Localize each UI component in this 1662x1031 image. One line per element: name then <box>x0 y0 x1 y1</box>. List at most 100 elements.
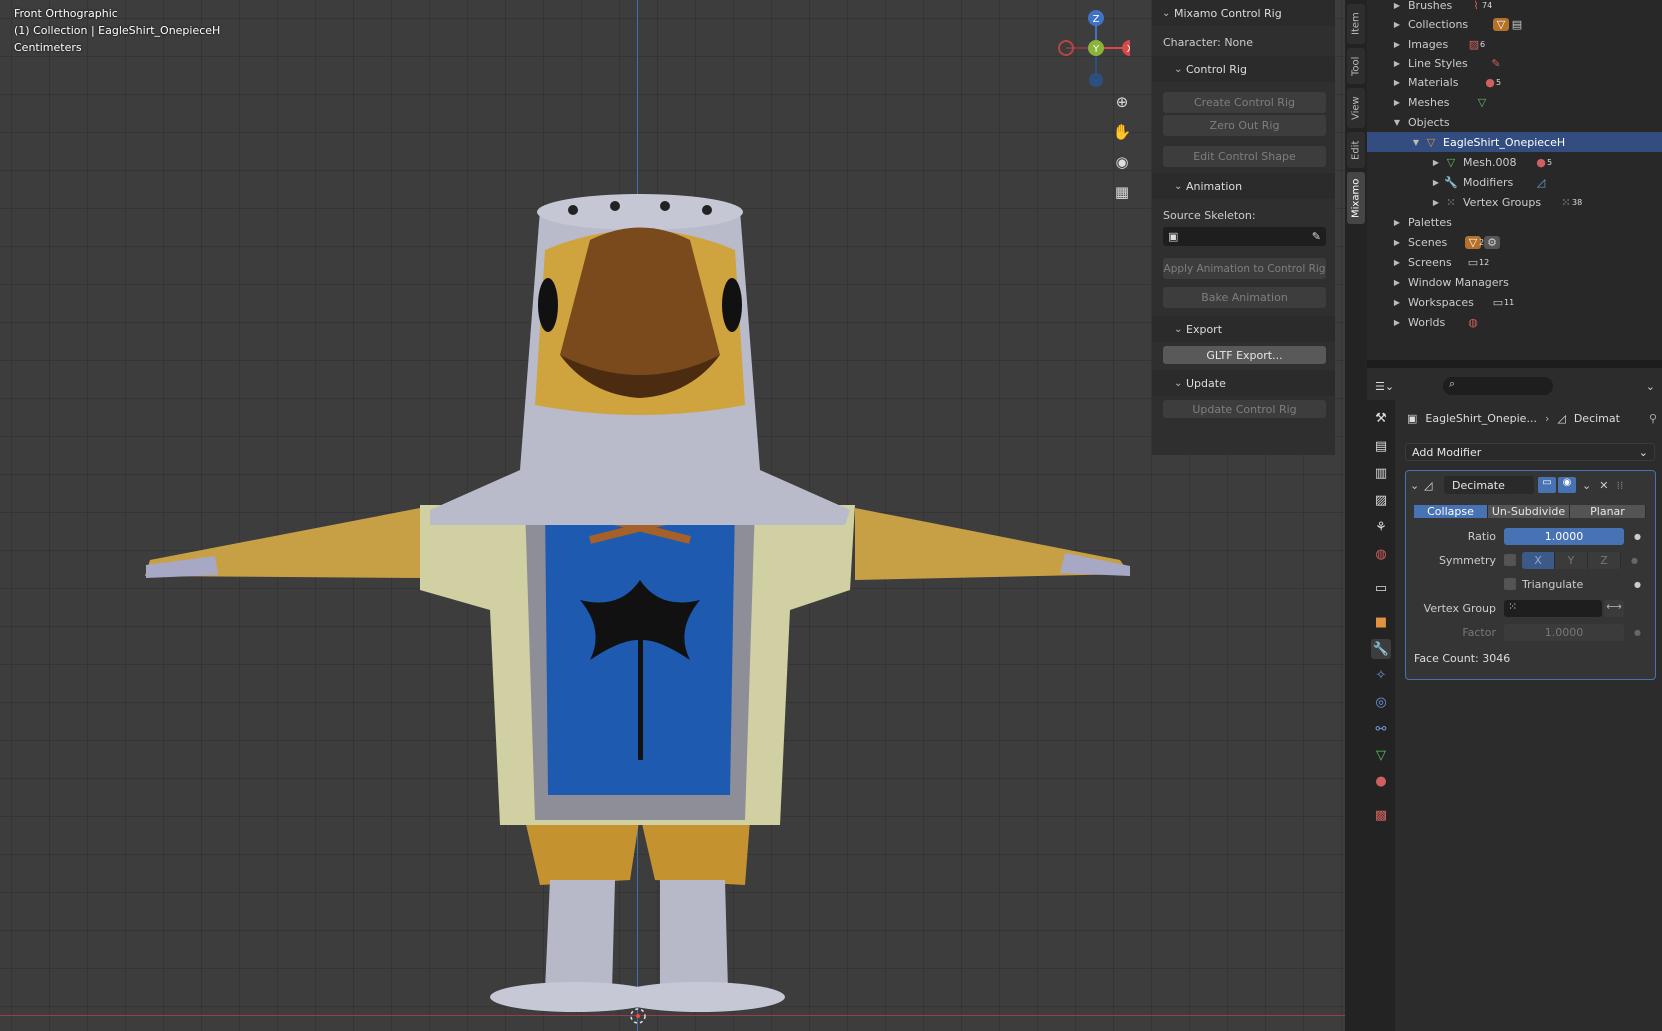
outliner-item-modifiers[interactable]: ▶ 🔧 Modifiers ◿ <box>1367 172 1662 192</box>
expand-icon[interactable]: ▶ <box>1390 98 1404 107</box>
outliner-item-objects[interactable]: ▼ Objects <box>1367 112 1662 132</box>
world-tab-icon[interactable]: ◍ <box>1371 544 1391 564</box>
source-skeleton-field[interactable]: ▣ ✎ <box>1163 227 1326 246</box>
outliner-item-collections[interactable]: ▶ Collections ▽ ▤ <box>1367 14 1662 34</box>
expand-icon[interactable]: ▶ <box>1390 78 1404 87</box>
expand-icon[interactable]: ▶ <box>1390 238 1404 247</box>
modifier-name-field[interactable]: Decimate <box>1444 476 1534 494</box>
tool-tab-icon[interactable]: ⚒ <box>1371 408 1391 428</box>
outliner-item-screens[interactable]: ▶ Screens ▭ 12 <box>1367 252 1662 272</box>
outliner-item-window-managers[interactable]: ▶ Window Managers <box>1367 272 1662 292</box>
apply-animation-button[interactable]: Apply Animation to Control Rig <box>1163 258 1326 279</box>
keyframe-dot-icon[interactable]: ● <box>1631 556 1638 565</box>
collapse-icon[interactable]: ▼ <box>1390 118 1404 127</box>
tab-edit[interactable]: Edit <box>1347 132 1365 168</box>
outliner-item-materials[interactable]: ▶ Materials ● 5 <box>1367 72 1662 92</box>
tab-tool[interactable]: Tool <box>1347 48 1365 84</box>
object-tab-icon[interactable]: ■ <box>1371 612 1391 632</box>
edit-control-shape-button[interactable]: Edit Control Shape <box>1163 146 1326 167</box>
particles-tab-icon[interactable]: ✧ <box>1371 665 1391 685</box>
camera-view-icon[interactable]: ◉ <box>1108 148 1136 176</box>
show-in-render-icon[interactable]: ◉ <box>1558 477 1576 493</box>
gltf-export-button[interactable]: GLTF Export... <box>1163 346 1326 364</box>
symmetry-checkbox[interactable] <box>1504 554 1516 566</box>
triangulate-checkbox[interactable] <box>1504 578 1516 590</box>
texture-tab-icon[interactable]: ▩ <box>1371 805 1391 825</box>
export-subpanel[interactable]: ⌄ Export <box>1152 316 1335 342</box>
keyframe-dot-icon[interactable]: ● <box>1634 580 1641 589</box>
material-tab-icon[interactable]: ● <box>1371 771 1391 791</box>
expand-icon[interactable]: ▶ <box>1390 278 1404 287</box>
ortho-grid-icon[interactable]: ▦ <box>1108 178 1136 206</box>
update-control-rig-button[interactable]: Update Control Rig <box>1163 400 1326 418</box>
outliner-item-mesh008[interactable]: ▶ ▽ Mesh.008 ● 5 <box>1367 152 1662 172</box>
output-tab-icon[interactable]: ▥ <box>1371 463 1391 483</box>
data-tab-icon[interactable]: ▽ <box>1371 745 1391 765</box>
tab-view[interactable]: View <box>1347 88 1365 128</box>
expand-icon[interactable]: ▶ <box>1390 1 1404 10</box>
physics-tab-icon[interactable]: ◎ <box>1371 692 1391 712</box>
vertex-group-field[interactable]: ⁙ <box>1504 599 1602 617</box>
outliner-item-workspaces[interactable]: ▶ Workspaces ▭ 11 <box>1367 292 1662 312</box>
eagle-character-model[interactable] <box>0 0 1345 1031</box>
zero-out-rig-button[interactable]: Zero Out Rig <box>1163 115 1326 136</box>
expand-icon[interactable]: ▶ <box>1390 59 1404 68</box>
add-modifier-dropdown[interactable]: Add Modifier ⌄ <box>1405 443 1655 461</box>
outliner-item-brushes[interactable]: ▶ Brushes ⌇ 74 <box>1367 0 1662 15</box>
3d-cursor-icon[interactable] <box>628 1006 648 1026</box>
constraints-tab-icon[interactable]: ⚯ <box>1371 719 1391 739</box>
scene-tab-icon[interactable]: ⚘ <box>1371 517 1391 537</box>
update-subpanel[interactable]: ⌄ Update <box>1152 370 1335 396</box>
mode-collapse[interactable]: Collapse <box>1414 504 1488 518</box>
expand-icon[interactable]: ▶ <box>1390 298 1404 307</box>
outliner-item-meshes[interactable]: ▶ Meshes ▽ <box>1367 92 1662 112</box>
expand-icon[interactable]: ▶ <box>1390 318 1404 327</box>
outliner-item-line-styles[interactable]: ▶ Line Styles ✎ <box>1367 53 1662 73</box>
ratio-slider[interactable]: 1.0000 <box>1504 527 1624 545</box>
outliner-item-images[interactable]: ▶ Images ▨ 6 <box>1367 34 1662 54</box>
factor-slider[interactable]: 1.0000 <box>1504 623 1624 641</box>
outliner-item-eagleshirt[interactable]: ▼ ▽ EagleShirt_OnepieceH <box>1367 132 1662 152</box>
view-layer-tab-icon[interactable]: ▨ <box>1371 490 1391 510</box>
tab-item[interactable]: Item <box>1347 4 1365 44</box>
modifier-tab-icon[interactable]: 🔧 <box>1371 639 1391 659</box>
invert-vertex-group-icon[interactable]: ⟷ <box>1604 599 1624 617</box>
tab-mixamo[interactable]: Mixamo <box>1347 172 1365 224</box>
bake-animation-button[interactable]: Bake Animation <box>1163 287 1326 308</box>
keyframe-dot-icon[interactable]: ● <box>1634 628 1641 637</box>
render-tab-icon[interactable]: ▤ <box>1371 436 1391 456</box>
axis-z[interactable]: Z <box>1588 551 1621 569</box>
properties-search-input[interactable]: ⌕ <box>1443 377 1553 395</box>
axis-y[interactable]: Y <box>1555 551 1588 569</box>
editor-type-icon[interactable]: ☰⌄ <box>1375 380 1403 393</box>
create-control-rig-button[interactable]: Create Control Rig <box>1163 92 1326 113</box>
3d-viewport[interactable]: Front Orthographic (1) Collection | Eagl… <box>0 0 1345 1031</box>
zoom-icon[interactable]: ⊕ <box>1108 88 1136 116</box>
close-icon[interactable]: ✕ <box>1599 479 1608 492</box>
expand-icon[interactable]: ▶ <box>1390 20 1404 29</box>
eyedropper-icon[interactable]: ✎ <box>1312 230 1321 243</box>
outliner-item-scenes[interactable]: ▶ Scenes ▽ 2 ⚙ <box>1367 232 1662 252</box>
show-in-viewport-icon[interactable]: ▭ <box>1538 477 1556 493</box>
expand-icon[interactable]: ▶ <box>1390 258 1404 267</box>
control-rig-subpanel[interactable]: ⌄ Control Rig <box>1152 56 1335 82</box>
expand-icon[interactable]: ▶ <box>1429 198 1443 207</box>
dropdown-icon[interactable]: ⌄ <box>1582 479 1591 492</box>
expand-icon[interactable]: ▶ <box>1429 178 1443 187</box>
axis-x[interactable]: X <box>1522 551 1555 569</box>
options-dropdown-icon[interactable]: ⌄ <box>1646 380 1655 393</box>
animation-subpanel[interactable]: ⌄ Animation <box>1152 173 1335 199</box>
mixamo-panel-header[interactable]: ⌄ Mixamo Control Rig <box>1152 0 1335 26</box>
outliner-item-palettes[interactable]: ▶ Palettes <box>1367 212 1662 232</box>
pan-hand-icon[interactable]: ✋ <box>1108 118 1136 146</box>
navigation-gizmo[interactable]: Z X Y <box>1050 8 1130 88</box>
expand-icon[interactable]: ▶ <box>1429 158 1443 167</box>
keyframe-dot-icon[interactable]: ● <box>1634 532 1641 541</box>
chevron-down-icon[interactable]: ⌄ <box>1410 479 1424 492</box>
outliner-item-vertex-groups[interactable]: ▶ ⁙ Vertex Groups ⁙ 38 <box>1367 192 1662 212</box>
drag-handle-icon[interactable]: ⁞⁞ <box>1616 479 1623 492</box>
collection-tab-icon[interactable]: ▭ <box>1371 578 1391 598</box>
mode-planar[interactable]: Planar <box>1570 504 1646 518</box>
collapse-icon[interactable]: ▼ <box>1409 138 1423 147</box>
pin-icon[interactable]: ⚲ <box>1649 412 1657 425</box>
